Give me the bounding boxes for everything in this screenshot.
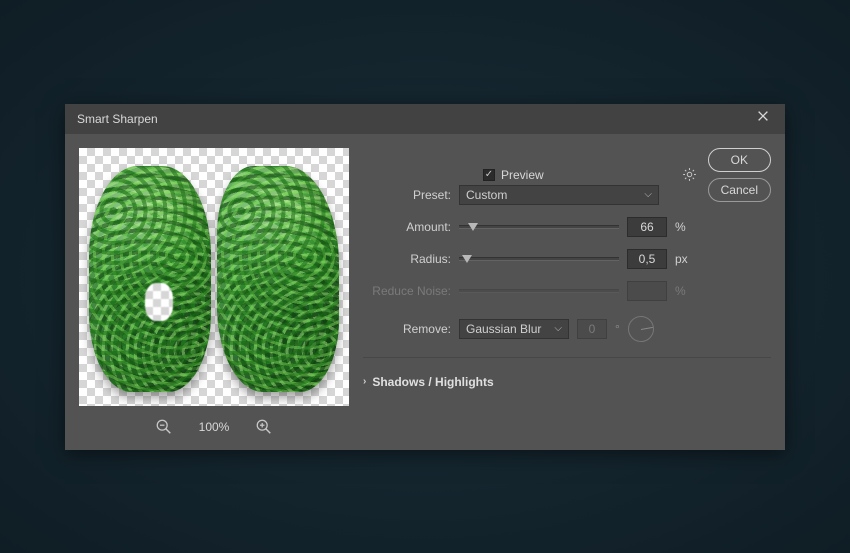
dialog-title: Smart Sharpen — [77, 112, 158, 126]
reduce-noise-input — [627, 281, 667, 301]
degree-symbol: ° — [615, 322, 620, 336]
amount-label: Amount: — [363, 220, 451, 234]
reduce-noise-slider — [459, 289, 619, 293]
preset-select[interactable]: Custom ⌵ — [459, 185, 659, 205]
slider-thumb[interactable] — [462, 255, 472, 263]
angle-dial[interactable] — [628, 316, 654, 342]
preview-checkbox-label: Preview — [501, 168, 544, 182]
ok-button[interactable]: OK — [708, 148, 771, 172]
remove-select[interactable]: Gaussian Blur ⌵ — [459, 319, 569, 339]
zoom-in-icon[interactable] — [255, 418, 273, 436]
divider — [363, 357, 771, 358]
preview-image[interactable] — [79, 148, 349, 406]
radius-input[interactable] — [627, 249, 667, 269]
slider-thumb[interactable] — [468, 223, 478, 231]
checkmark-icon: ✓ — [483, 169, 495, 181]
preset-value: Custom — [466, 188, 507, 202]
preview-checkbox[interactable]: ✓ Preview — [483, 168, 544, 182]
remove-value: Gaussian Blur — [466, 322, 541, 336]
preset-label: Preset: — [363, 188, 451, 202]
chevron-down-icon: ⌵ — [644, 189, 652, 200]
chevron-down-icon: ⌵ — [554, 323, 562, 334]
remove-angle-input — [577, 319, 607, 339]
amount-unit: % — [675, 220, 693, 234]
chevron-right-icon: › — [363, 376, 366, 387]
radius-unit: px — [675, 252, 693, 266]
smart-sharpen-dialog: Smart Sharpen 100% — [65, 104, 785, 450]
zoom-out-icon[interactable] — [155, 418, 173, 436]
radius-label: Radius: — [363, 252, 451, 266]
amount-slider[interactable] — [459, 225, 619, 229]
remove-label: Remove: — [363, 322, 451, 336]
reduce-noise-label: Reduce Noise: — [363, 284, 451, 298]
section-label: Shadows / Highlights — [372, 375, 493, 389]
zoom-level: 100% — [199, 420, 230, 434]
amount-input[interactable] — [627, 217, 667, 237]
shadows-highlights-section[interactable]: › Shadows / Highlights — [363, 375, 771, 389]
reduce-noise-unit: % — [675, 284, 693, 298]
gear-icon[interactable] — [682, 167, 698, 183]
titlebar[interactable]: Smart Sharpen — [65, 104, 785, 134]
radius-slider[interactable] — [459, 257, 619, 261]
preview-panel: 100% — [79, 148, 349, 436]
close-icon[interactable] — [753, 109, 773, 128]
